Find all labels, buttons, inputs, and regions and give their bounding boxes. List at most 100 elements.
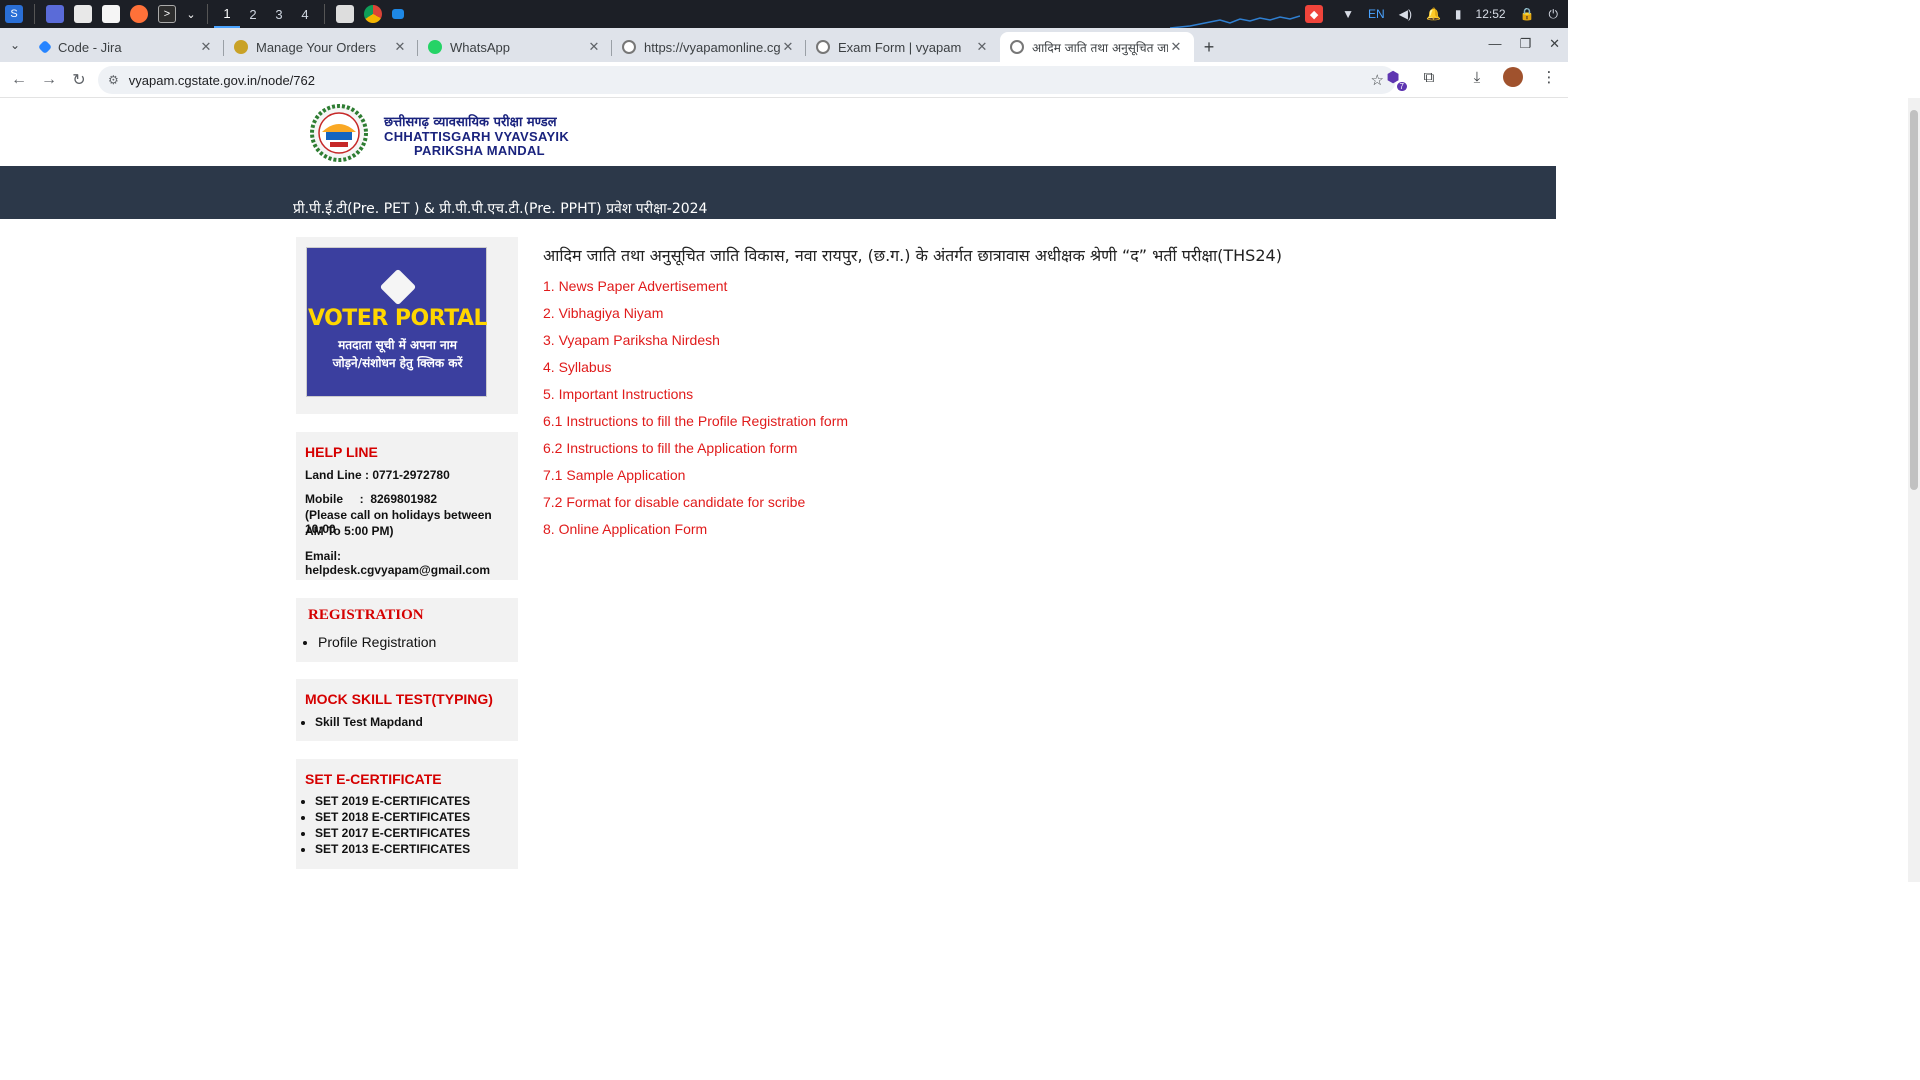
cart-icon (234, 40, 248, 54)
language-indicator[interactable]: EN (1368, 7, 1385, 21)
window-app-icon[interactable] (336, 5, 354, 23)
close-window-icon[interactable]: ✕ (1549, 36, 1560, 52)
forward-icon[interactable]: → (34, 65, 64, 95)
file-manager-icon[interactable] (74, 5, 92, 23)
tab-orders[interactable]: Manage Your Orders ✕ (224, 32, 418, 62)
vibhagiya-niyam-link[interactable]: 2. Vibhagiya Niyam (543, 305, 848, 332)
org-name-hindi: छत्तीसगढ़ व्यावसायिक परीक्षा मण्डल (384, 115, 557, 130)
application-form-instructions-link[interactable]: 6.2 Instructions to fill the Application… (543, 440, 848, 467)
page-scrollbar[interactable] (1908, 98, 1920, 882)
vyapam-logo[interactable] (304, 104, 374, 162)
site-info-icon[interactable]: ⚙ (108, 73, 119, 87)
scrollbar-thumb[interactable] (1910, 110, 1918, 490)
reload-icon[interactable]: ↻ (64, 65, 94, 95)
clock[interactable]: 12:52 (1476, 7, 1506, 21)
restore-icon[interactable]: ❐ (1519, 36, 1531, 52)
taskbar-separator (207, 4, 208, 24)
globe-icon (622, 40, 636, 54)
voter-portal-banner[interactable]: VOTER PORTAL मतदाता सूची में अपना नाम जो… (306, 247, 488, 397)
skill-test-mapdand-link[interactable]: Skill Test Mapdand (315, 715, 423, 729)
new-tab-button[interactable]: + (1194, 32, 1224, 62)
tab-vyapamonline[interactable]: https://vyapamonline.cg ✕ (612, 32, 806, 62)
set-2013-link[interactable]: SET 2013 E-CERTIFICATES (315, 842, 470, 856)
close-icon[interactable]: ✕ (1168, 39, 1184, 55)
landline-text: Land Line : 0771-2972780 (305, 468, 450, 482)
pariksha-nirdesh-link[interactable]: 3. Vyapam Pariksha Nirdesh (543, 332, 848, 359)
wifi-icon[interactable]: ▼ (1342, 7, 1354, 21)
set-2019-link[interactable]: SET 2019 E-CERTIFICATES (315, 794, 470, 808)
exam-banner: प्री.पी.ई.टी(Pre. PET ) & प्री.पी.पी.एच.… (0, 166, 1556, 219)
tab-title: https://vyapamonline.cg (644, 39, 780, 55)
sample-application-link[interactable]: 7.1 Sample Application (543, 467, 848, 494)
chevron-down-icon[interactable]: ⌄ (186, 5, 196, 23)
scribe-format-link[interactable]: 7.2 Format for disable candidate for scr… (543, 494, 848, 521)
terminal-icon[interactable]: > (158, 5, 176, 23)
close-icon[interactable]: ✕ (586, 39, 602, 55)
set-2017-link[interactable]: SET 2017 E-CERTIFICATES (315, 826, 470, 840)
close-icon[interactable]: ✕ (392, 39, 408, 55)
helpline-title: HELP LINE (305, 444, 378, 460)
online-application-form-link[interactable]: 8. Online Application Form (543, 521, 848, 548)
window-app-icon[interactable] (392, 9, 404, 19)
lock-icon[interactable]: 🔒 (1520, 7, 1535, 21)
menu-kebab-icon[interactable]: ⋮ (1538, 66, 1560, 88)
firefox-icon[interactable] (130, 5, 148, 23)
extension-badge: 7 (1396, 82, 1407, 91)
syllabus-link[interactable]: 4. Syllabus (543, 359, 848, 386)
jira-icon (37, 39, 53, 55)
profile-registration-instructions-link[interactable]: 6.1 Instructions to fill the Profile Reg… (543, 413, 848, 440)
workspace-1[interactable]: 1 (214, 0, 240, 28)
taskbar-separator (324, 4, 325, 24)
extension-icon[interactable]: ⬢ 7 (1382, 66, 1407, 91)
app-launcher-icon[interactable]: S (5, 5, 23, 23)
holiday-note-line2: AM To 5:00 PM) (305, 524, 394, 538)
tab-title: Exam Form | vyapam (838, 39, 962, 55)
minimize-icon[interactable]: — (1488, 36, 1501, 52)
power-icon[interactable]: ⏻ (1549, 7, 1559, 22)
workspace-3[interactable]: 3 (266, 0, 292, 28)
anydesk-icon[interactable]: ◆ (1305, 5, 1324, 23)
extensions-puzzle-icon[interactable]: ⧉ (1418, 66, 1440, 88)
registration-list: Profile Registration (318, 634, 436, 652)
url-text[interactable]: vyapam.cgstate.gov.in/node/762 (129, 73, 315, 88)
news-paper-advertisement-link[interactable]: 1. News Paper Advertisement (543, 278, 848, 305)
back-icon[interactable]: ← (4, 65, 34, 95)
org-name-english-line1: CHHATTISGARH VYAVSAYIK (384, 129, 570, 144)
address-bar[interactable]: ⚙ vyapam.cgstate.gov.in/node/762 ☆ (98, 66, 1396, 94)
browser-tab-strip: ⌄ Code - Jira ✕ Manage Your Orders ✕ Wha… (0, 28, 1568, 62)
globe-icon (816, 40, 830, 54)
close-icon[interactable]: ✕ (974, 39, 990, 55)
tab-exam-form[interactable]: Exam Form | vyapam ✕ (806, 32, 1000, 62)
notification-bell-icon[interactable]: 🔔 (1426, 7, 1441, 21)
tab-title: Code - Jira (58, 39, 122, 55)
system-tray: ◆ ▼ EN ◀) 🔔 ▮ 12:52 🔒 ⏻ (1300, 0, 1568, 28)
document-links: 1. News Paper Advertisement 2. Vibhagiya… (543, 278, 848, 548)
banner-text[interactable]: प्री.पी.ई.टी(Pre. PET ) & प्री.पी.पी.एच.… (293, 199, 707, 218)
set-ecertificate-title: SET E-CERTIFICATE (305, 771, 442, 787)
set-2018-link[interactable]: SET 2018 E-CERTIFICATES (315, 810, 470, 824)
document-icon[interactable] (102, 5, 120, 23)
tab-whatsapp[interactable]: WhatsApp ✕ (418, 32, 612, 62)
close-icon[interactable]: ✕ (198, 39, 214, 55)
avatar[interactable] (1502, 66, 1524, 88)
close-icon[interactable]: ✕ (780, 39, 796, 55)
registration-title: REGISTRATION (308, 607, 424, 623)
important-instructions-link[interactable]: 5. Important Instructions (543, 386, 848, 413)
page-viewport: छत्तीसगढ़ व्यावसायिक परीक्षा मण्डल CHHAT… (0, 98, 1556, 882)
workspace-4[interactable]: 4 (292, 0, 318, 28)
workspace-2[interactable]: 2 (240, 0, 266, 28)
chrome-icon[interactable] (364, 5, 382, 23)
email-text: Email: helpdesk.cgvyapam@gmail.com (305, 549, 491, 577)
tab-jira[interactable]: Code - Jira ✕ (30, 32, 224, 62)
tab-current-page[interactable]: आदिम जाति तथा अनुसूचित जा ✕ (1000, 32, 1194, 62)
download-icon[interactable]: ⤓ (1466, 66, 1488, 88)
profile-registration-link[interactable]: Profile Registration (318, 634, 436, 650)
desktop-icon[interactable] (46, 5, 64, 23)
globe-icon (1010, 40, 1024, 54)
org-name-english-line2: PARIKSHA MANDAL (414, 143, 545, 158)
mobile-text: Mobile : 8269801982 (305, 492, 438, 506)
tab-search-icon[interactable]: ⌄ (0, 28, 30, 62)
registration-box: REGISTRATION Profile Registration (296, 598, 518, 662)
mock-skill-test-box: MOCK SKILL TEST(TYPING) Skill Test Mapda… (296, 679, 518, 741)
volume-icon[interactable]: ◀) (1399, 7, 1412, 21)
